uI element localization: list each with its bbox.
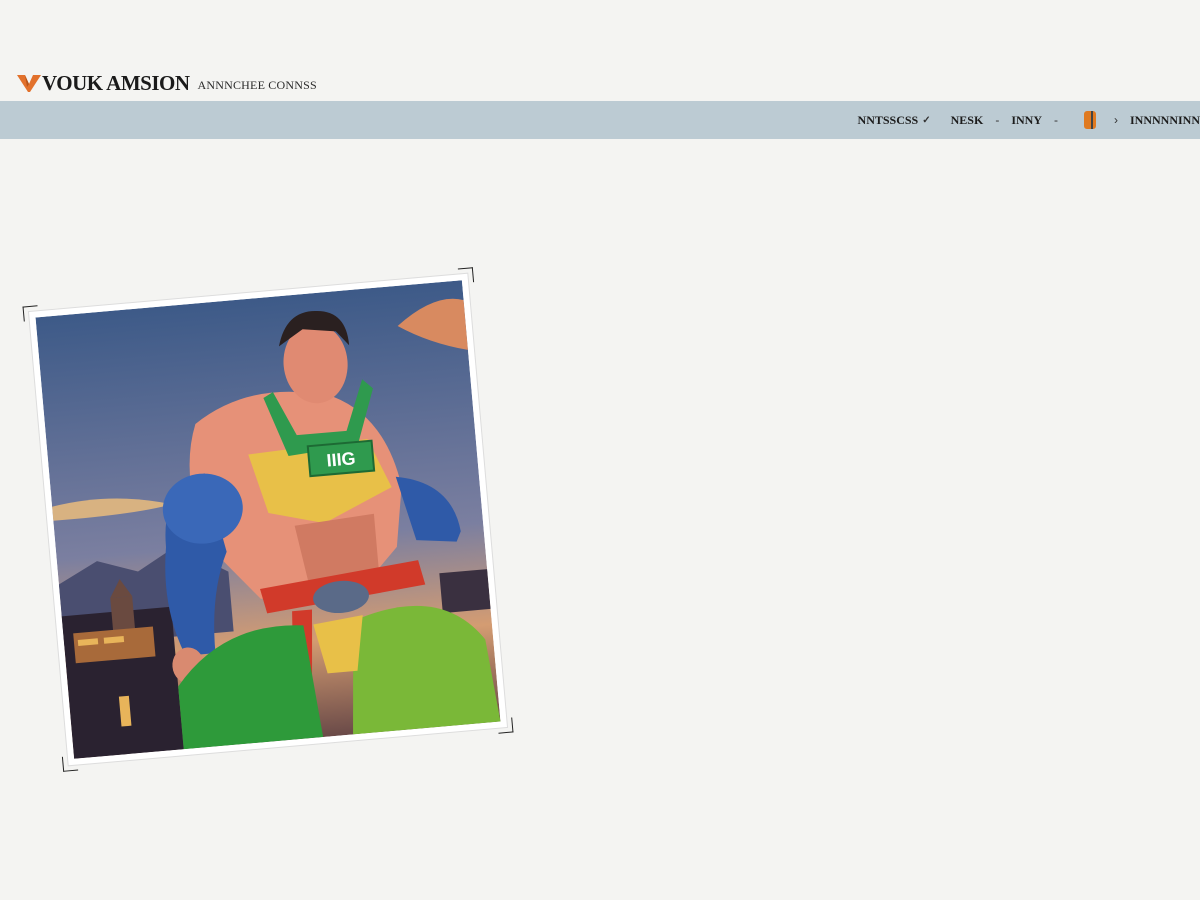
nav-separator: - [995, 113, 1000, 127]
navbar: NNTSSCSS ✓ NESK - INNY - › INNNNNINN [0, 101, 1200, 139]
logo-text: VOUK AMSION [42, 70, 190, 95]
nav-item-4[interactable]: INNNNNINN [1130, 113, 1200, 128]
toggle-icon[interactable] [1083, 111, 1096, 129]
nav-item-label: INNNNNINN [1129, 112, 1200, 127]
superhero-illustration: IIIG [35, 280, 501, 759]
site-logo[interactable]: VOUK AMSION ANNNCHEE CONNSS [16, 70, 317, 96]
nav-item-label: INNY [1011, 112, 1042, 127]
nav-menu: NNTSSCSS ✓ NESK - INNY - › INNNNNINN [858, 101, 1200, 139]
nav-separator: - [1053, 113, 1058, 127]
nav-item-label: NNTSSCSS [857, 112, 919, 127]
nav-item-2[interactable]: NESK [951, 113, 984, 128]
chest-badge-text: IIIG [326, 448, 357, 470]
arrow-right-icon: › [1113, 113, 1118, 127]
chevron-down-icon: ✓ [922, 114, 931, 126]
nav-item-3[interactable]: INNY [1011, 113, 1042, 128]
v-chevron-icon [16, 72, 42, 94]
hero-artwork[interactable]: IIIG [22, 267, 514, 772]
nav-item-label: NESK [950, 112, 984, 127]
page-header: VOUK AMSION ANNNCHEE CONNSS [0, 0, 1200, 101]
nav-item-1[interactable]: NNTSSCSS ✓ [858, 113, 931, 128]
tagline: ANNNCHEE CONNSS [197, 77, 317, 92]
